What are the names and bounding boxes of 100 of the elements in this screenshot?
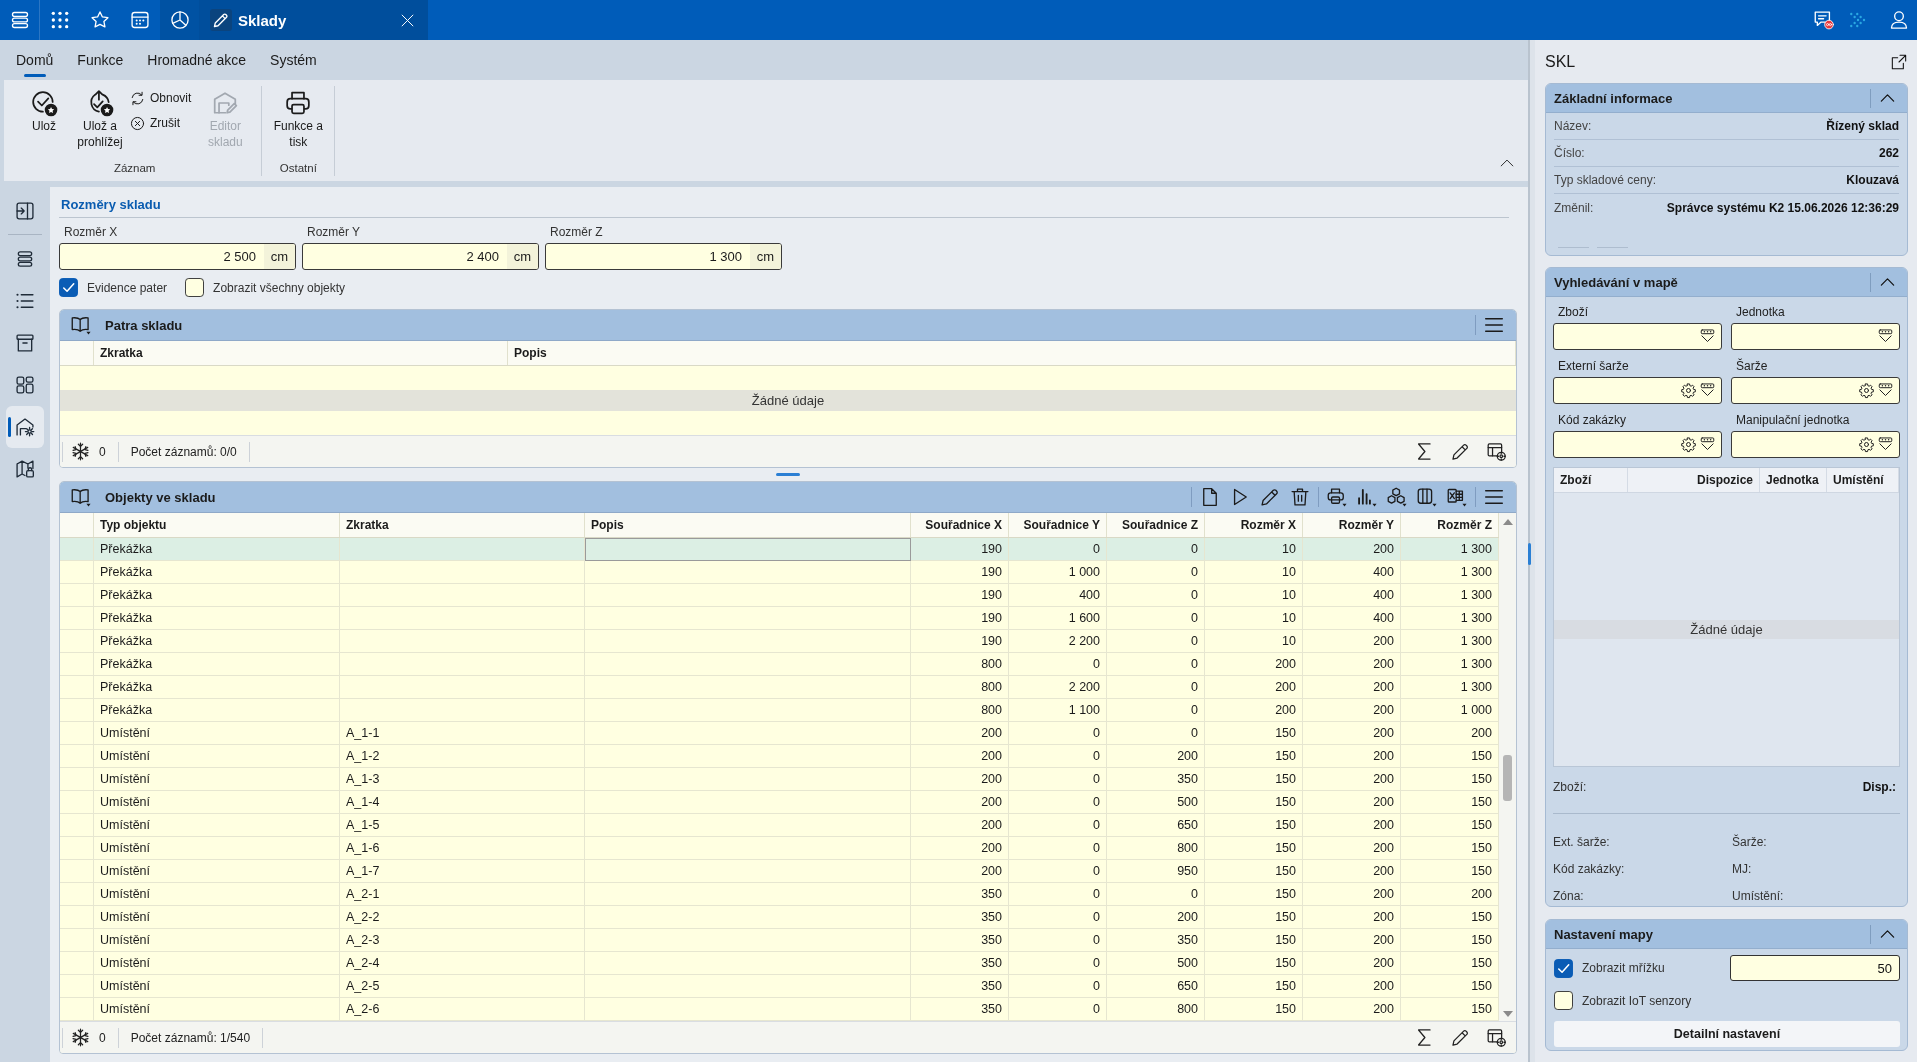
input-field[interactable]: 50 xyxy=(1730,955,1900,981)
lookup-field[interactable] xyxy=(1731,431,1900,458)
number-field[interactable]: 1 300 cm xyxy=(545,243,782,270)
settings-icon[interactable] xyxy=(1681,383,1696,398)
table-row[interactable]: Umístění A_1-7 200 0 950 150 200 150 xyxy=(60,860,1499,883)
column-header[interactable]: Souřadnice Z xyxy=(1107,513,1205,537)
table-row[interactable]: Překážka 800 1 100 0 200 200 1 000 xyxy=(60,699,1499,722)
table-row[interactable]: Překážka 190 1 600 0 10 400 1 300 xyxy=(60,607,1499,630)
document-tab[interactable]: Sklady xyxy=(199,0,428,40)
apps-grid-icon[interactable] xyxy=(50,10,70,30)
columns-icon[interactable] xyxy=(1417,487,1437,507)
lookup-field[interactable] xyxy=(1731,323,1900,350)
book-icon[interactable] xyxy=(71,315,91,335)
dropdown-icon[interactable] xyxy=(1878,329,1893,344)
table-row[interactable]: Překážka 190 400 0 10 400 1 300 xyxy=(60,584,1499,607)
lookup-field[interactable] xyxy=(1553,431,1722,458)
settings-button[interactable]: Detailní nastavení xyxy=(1554,1021,1900,1047)
sigma-icon[interactable] xyxy=(1415,442,1434,461)
column-header[interactable]: Zkratka xyxy=(340,513,585,537)
lookup-field[interactable] xyxy=(1553,377,1722,404)
menu-tab[interactable]: Hromadné akce xyxy=(135,40,259,80)
print-button[interactable]: Funkce a tisk xyxy=(270,86,327,150)
dropdown-icon[interactable] xyxy=(1878,437,1893,452)
column-header[interactable]: Typ objektu xyxy=(94,513,340,537)
lookup-field[interactable] xyxy=(1731,377,1900,404)
caret-up-icon[interactable] xyxy=(1500,159,1514,167)
table-row[interactable]: Umístění A_2-5 350 0 650 150 200 150 xyxy=(60,975,1499,998)
pencil-icon[interactable] xyxy=(1451,442,1470,461)
sidebar-item[interactable] xyxy=(6,406,44,448)
menu-icon[interactable] xyxy=(1484,315,1504,335)
trash-icon[interactable] xyxy=(1290,487,1310,507)
column-header[interactable]: Umístění xyxy=(1827,468,1899,492)
table-row[interactable]: Umístění A_1-4 200 0 500 150 200 150 xyxy=(60,791,1499,814)
pie-chart-button[interactable] xyxy=(160,0,199,40)
pencil-icon[interactable] xyxy=(1451,1028,1470,1047)
settings-icon[interactable] xyxy=(1859,437,1874,452)
save-button[interactable]: Ulož xyxy=(16,86,72,134)
splitter-handle[interactable] xyxy=(1528,543,1531,565)
number-field[interactable]: 2 500 cm xyxy=(59,243,296,270)
splitter-handle[interactable] xyxy=(776,473,800,476)
column-header[interactable]: Rozměr Y xyxy=(1303,513,1401,537)
close-icon[interactable] xyxy=(401,13,414,27)
table-row[interactable]: Překážka 190 0 0 10 200 1 300 xyxy=(60,538,1499,561)
table-row[interactable]: Umístění A_2-2 350 0 200 150 200 150 xyxy=(60,906,1499,929)
snowflake-icon[interactable] xyxy=(71,442,90,461)
table-row[interactable]: Umístění A_1-6 200 0 800 150 200 150 xyxy=(60,837,1499,860)
column-header[interactable]: Souřadnice X xyxy=(911,513,1009,537)
input-field[interactable]: 2 500 xyxy=(60,244,264,269)
menu-icon[interactable] xyxy=(9,10,30,30)
dropdown-icon[interactable] xyxy=(1700,437,1715,452)
menu-icon[interactable] xyxy=(1484,487,1504,507)
table-row[interactable]: Umístění A_2-4 350 0 500 150 200 150 xyxy=(60,952,1499,975)
checkbox[interactable] xyxy=(185,278,205,297)
table-settings-icon[interactable] xyxy=(1487,1028,1506,1047)
table-row[interactable]: Umístění A_1-5 200 0 650 150 200 150 xyxy=(60,814,1499,837)
table-row[interactable]: Překážka 800 0 0 200 200 1 300 xyxy=(60,653,1499,676)
refresh-button[interactable]: Obnovit xyxy=(128,87,194,109)
table-row[interactable]: Umístění A_2-6 350 0 800 150 200 150 xyxy=(60,998,1499,1021)
column-header[interactable]: Dispozice xyxy=(1628,468,1760,492)
settings-icon[interactable] xyxy=(1681,437,1696,452)
column-header[interactable]: Popis xyxy=(508,341,1516,365)
column-header[interactable]: Popis xyxy=(585,513,911,537)
column-header[interactable]: Jednotka xyxy=(1760,468,1827,492)
menu-tab[interactable]: Funkce xyxy=(65,40,136,80)
column-header[interactable]: Zboží xyxy=(1554,468,1628,492)
document-icon[interactable] xyxy=(1200,487,1220,507)
book-icon[interactable] xyxy=(71,487,91,507)
lookup-field[interactable] xyxy=(1553,323,1722,350)
sigma-icon[interactable] xyxy=(1415,1028,1434,1047)
panel-toggle-icon[interactable] xyxy=(15,201,35,221)
menu-tab[interactable]: Domů xyxy=(4,40,66,80)
settings-icon[interactable] xyxy=(1859,383,1874,398)
popout-icon[interactable] xyxy=(1891,53,1907,70)
input-field[interactable]: 1 300 xyxy=(546,244,750,269)
table-row[interactable]: Umístění A_1-1 200 0 0 150 200 200 xyxy=(60,722,1499,745)
hexagons-icon[interactable] xyxy=(1387,487,1407,507)
input-field[interactable]: 2 400 xyxy=(303,244,507,269)
number-field[interactable]: 2 400 cm xyxy=(302,243,539,270)
spreadsheet-icon[interactable] xyxy=(1447,487,1467,507)
table-row[interactable]: Umístění A_2-1 350 0 0 150 200 200 xyxy=(60,883,1499,906)
column-header[interactable]: Rozměr X xyxy=(1205,513,1303,537)
table-row[interactable]: Překážka 190 1 000 0 10 400 1 300 xyxy=(60,561,1499,584)
column-header[interactable]: Souřadnice Y xyxy=(1009,513,1107,537)
dropdown-icon[interactable] xyxy=(1878,383,1893,398)
table-row[interactable]: Umístění A_1-2 200 0 200 150 200 150 xyxy=(60,745,1499,768)
star-icon[interactable] xyxy=(90,10,110,30)
snowflake-icon[interactable] xyxy=(71,1028,90,1047)
pencil-icon[interactable] xyxy=(1260,487,1280,507)
column-header[interactable]: Zkratka xyxy=(94,341,508,365)
calendar-icon[interactable] xyxy=(130,10,150,30)
table-settings-icon[interactable] xyxy=(1487,442,1506,461)
dropdown-icon[interactable] xyxy=(1700,383,1715,398)
bar-chart-icon[interactable] xyxy=(1357,487,1377,507)
table-row[interactable]: Překážka 190 2 200 0 10 200 1 300 xyxy=(60,630,1499,653)
checkbox[interactable] xyxy=(59,278,78,297)
cancel-button[interactable]: Zrušit xyxy=(128,112,194,134)
dropdown-icon[interactable] xyxy=(1700,329,1715,344)
table-row[interactable]: Umístění A_2-3 350 0 350 150 200 150 xyxy=(60,929,1499,952)
scrollbar[interactable] xyxy=(1499,513,1516,1021)
checkbox[interactable] xyxy=(1554,958,1573,978)
